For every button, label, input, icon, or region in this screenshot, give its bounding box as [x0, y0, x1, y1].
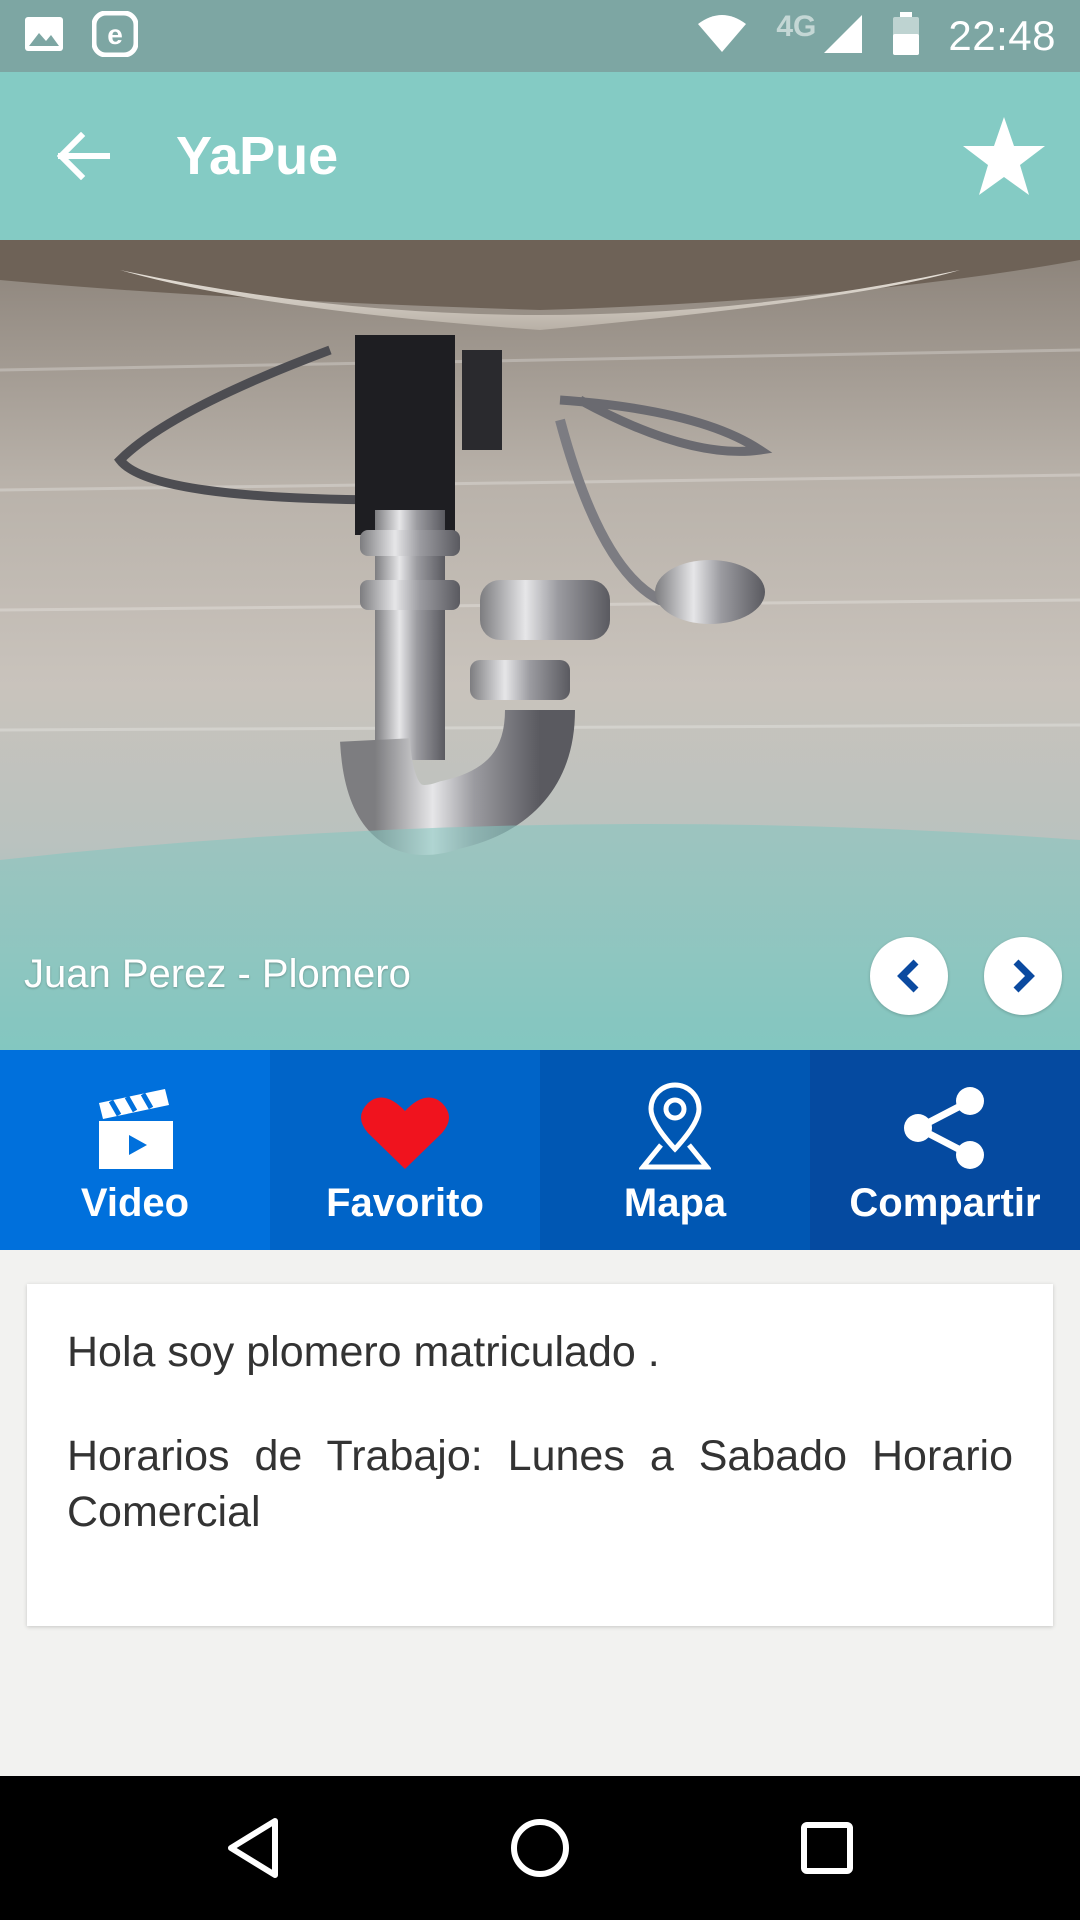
system-nav-bar: [0, 1776, 1080, 1920]
network-type: 4G: [776, 10, 817, 43]
video-button[interactable]: Video: [0, 1050, 270, 1250]
app-bar: YaPue: [0, 72, 1080, 240]
share-button[interactable]: Compartir: [810, 1050, 1080, 1250]
browser-notification-icon: e: [91, 10, 139, 62]
nav-back-button[interactable]: [198, 1793, 308, 1903]
schedule-text: Horarios de Trabajo: Lunes a Sabado Hora…: [67, 1432, 1013, 1536]
next-photo-button[interactable]: [984, 937, 1062, 1015]
action-bar: Video Favorito Mapa Compartir: [0, 1050, 1080, 1250]
square-recents-icon: [800, 1822, 853, 1874]
map-button[interactable]: Mapa: [540, 1050, 810, 1250]
share-icon: [902, 1075, 988, 1171]
chevron-left-icon: [897, 959, 919, 993]
listing-caption: Juan Perez - Plomero: [24, 952, 411, 996]
svg-text:e: e: [107, 19, 123, 50]
triangle-back-icon: [228, 1818, 279, 1878]
video-label: Video: [80, 1180, 190, 1225]
favorite-label: Favorito: [326, 1180, 484, 1225]
arrow-left-icon: [57, 132, 110, 180]
page-title: YaPue: [176, 126, 339, 186]
listing-photo: Juan Perez - Plomero: [0, 240, 1080, 1050]
sink-pipe-photo: [0, 240, 1080, 1050]
description-card: Hola soy plomero matriculado . Horarios …: [27, 1284, 1053, 1626]
share-label: Compartir: [849, 1180, 1041, 1225]
favorite-star-button[interactable]: [952, 104, 1056, 208]
status-bar: e 4G 22:48: [0, 0, 1080, 72]
video-clapper-icon: [95, 1075, 175, 1171]
previous-photo-button[interactable]: [870, 937, 948, 1015]
map-label: Mapa: [623, 1180, 727, 1225]
image-notification-icon: [24, 16, 64, 57]
star-icon: [963, 117, 1045, 195]
nav-recents-button[interactable]: [772, 1793, 882, 1903]
heart-icon: [360, 1075, 450, 1171]
battery-icon: [892, 11, 920, 61]
circle-home-icon: [510, 1819, 569, 1877]
screen: e 4G 22:48 YaPue Juan Perez - Plomero Vi…: [0, 0, 1080, 1920]
back-button[interactable]: [36, 108, 132, 204]
chevron-right-icon: [1013, 959, 1035, 993]
favorite-button[interactable]: Favorito: [270, 1050, 540, 1250]
nav-home-button[interactable]: [485, 1793, 595, 1903]
wifi-icon: [696, 14, 748, 59]
map-pin-icon: [639, 1075, 711, 1171]
signal-icon: [822, 13, 864, 60]
clock: 22:48: [948, 12, 1056, 59]
intro-text: Hola soy plomero matriculado .: [67, 1328, 660, 1376]
